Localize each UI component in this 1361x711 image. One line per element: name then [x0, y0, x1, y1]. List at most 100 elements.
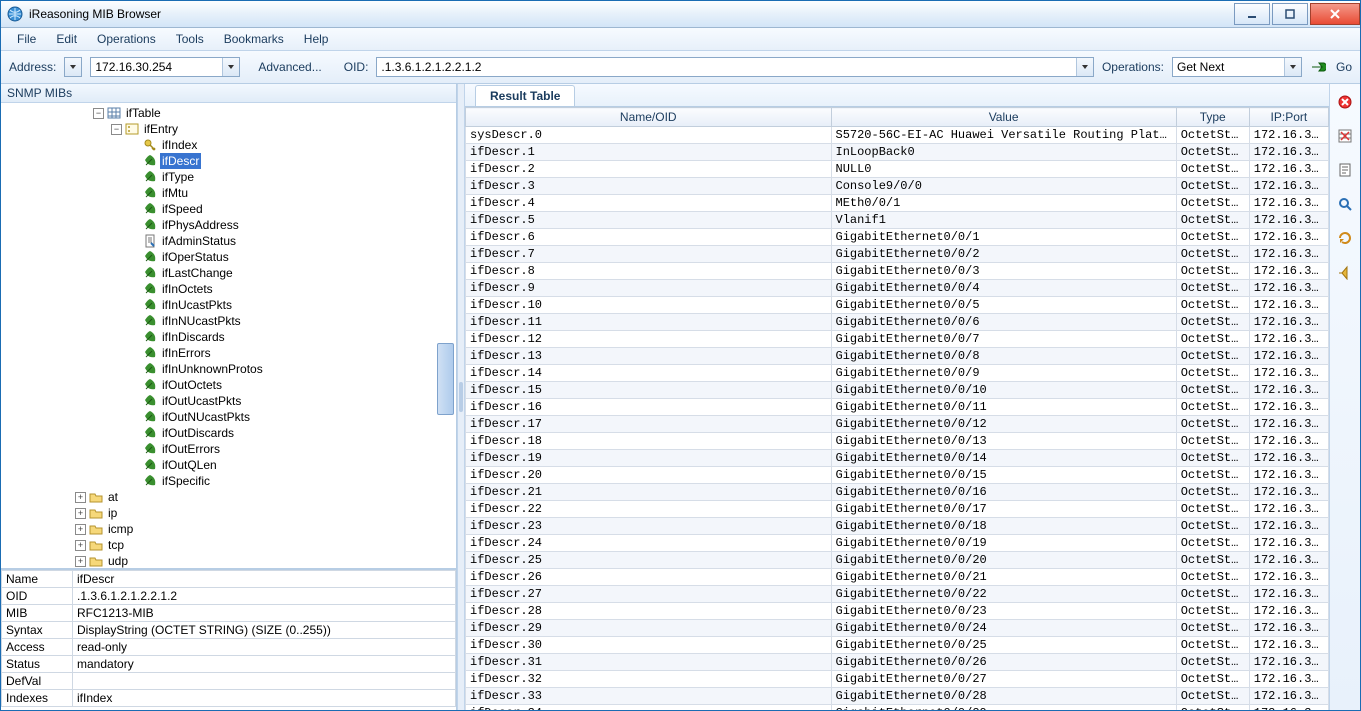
address-history-dropdown[interactable]	[64, 57, 82, 77]
tree-leaf-ifoutqlen[interactable]: ifOutQLen	[127, 457, 456, 473]
tree-leaf-ifspecific[interactable]: ifSpecific	[127, 473, 456, 489]
table-row[interactable]: ifDescr.2NULL0OctetString172.16.30...	[466, 161, 1329, 178]
tree-leaf-ifoutdiscards[interactable]: ifOutDiscards	[127, 425, 456, 441]
tree-node-ip[interactable]: +ip	[73, 505, 456, 521]
tree-leaf-iftype[interactable]: ifType	[127, 169, 456, 185]
table-row[interactable]: ifDescr.24GigabitEthernet0/0/19OctetStri…	[466, 535, 1329, 552]
column-header[interactable]: Type	[1176, 108, 1249, 127]
column-header[interactable]: Value	[831, 108, 1176, 127]
go-button[interactable]: Go	[1336, 60, 1352, 74]
poll-icon[interactable]	[1335, 262, 1355, 282]
expand-icon[interactable]: +	[75, 492, 86, 503]
table-row[interactable]: ifDescr.11GigabitEthernet0/0/6OctetStrin…	[466, 314, 1329, 331]
table-row[interactable]: ifDescr.27GigabitEthernet0/0/22OctetStri…	[466, 586, 1329, 603]
table-row[interactable]: ifDescr.34GigabitEthernet0/0/29OctetStri…	[466, 705, 1329, 711]
delete-row-icon[interactable]	[1335, 92, 1355, 112]
tree-leaf-ifoperstatus[interactable]: ifOperStatus	[127, 249, 456, 265]
tree-leaf-ifoutoctets[interactable]: ifOutOctets	[127, 377, 456, 393]
table-row[interactable]: ifDescr.15GigabitEthernet0/0/10OctetStri…	[466, 382, 1329, 399]
table-row[interactable]: ifDescr.9GigabitEthernet0/0/4OctetString…	[466, 280, 1329, 297]
table-row[interactable]: ifDescr.8GigabitEthernet0/0/3OctetString…	[466, 263, 1329, 280]
tree-leaf-ifoutnucastpkts[interactable]: ifOutNUcastPkts	[127, 409, 456, 425]
minimize-button[interactable]	[1234, 3, 1270, 25]
maximize-button[interactable]	[1272, 3, 1308, 25]
table-row[interactable]: ifDescr.4MEth0/0/1OctetString172.16.30..…	[466, 195, 1329, 212]
column-header[interactable]: Name/OID	[466, 108, 832, 127]
tree-leaf-ifmtu[interactable]: ifMtu	[127, 185, 456, 201]
tree-leaf-ifoutucastpkts[interactable]: ifOutUcastPkts	[127, 393, 456, 409]
go-arrow-icon[interactable]	[1310, 59, 1326, 75]
close-button[interactable]	[1310, 3, 1360, 25]
menu-tools[interactable]: Tools	[166, 30, 214, 48]
menu-operations[interactable]: Operations	[87, 30, 166, 48]
tree-leaf-ifinerrors[interactable]: ifInErrors	[127, 345, 456, 361]
tree-leaf-ifinucastpkts[interactable]: ifInUcastPkts	[127, 297, 456, 313]
tree-node-at[interactable]: +at	[73, 489, 456, 505]
operations-combo[interactable]: Get Next	[1172, 57, 1302, 77]
column-header[interactable]: IP:Port	[1249, 108, 1328, 127]
tree-scrollbar-thumb[interactable]	[437, 343, 454, 415]
menu-file[interactable]: File	[7, 30, 46, 48]
menu-help[interactable]: Help	[294, 30, 339, 48]
table-row[interactable]: ifDescr.21GigabitEthernet0/0/16OctetStri…	[466, 484, 1329, 501]
search-icon[interactable]	[1335, 194, 1355, 214]
table-row[interactable]: ifDescr.12GigabitEthernet0/0/7OctetStrin…	[466, 331, 1329, 348]
expand-icon[interactable]: +	[75, 540, 86, 551]
tree-leaf-ifindiscards[interactable]: ifInDiscards	[127, 329, 456, 345]
tree-leaf-ifadminstatus[interactable]: ifAdminStatus	[127, 233, 456, 249]
export-icon[interactable]	[1335, 160, 1355, 180]
table-row[interactable]: ifDescr.16GigabitEthernet0/0/11OctetStri…	[466, 399, 1329, 416]
clear-table-icon[interactable]	[1335, 126, 1355, 146]
menu-bookmarks[interactable]: Bookmarks	[214, 30, 294, 48]
tree-leaf-ifinoctets[interactable]: ifInOctets	[127, 281, 456, 297]
table-row[interactable]: ifDescr.6GigabitEthernet0/0/1OctetString…	[466, 229, 1329, 246]
table-row[interactable]: ifDescr.33GigabitEthernet0/0/28OctetStri…	[466, 688, 1329, 705]
table-row[interactable]: sysDescr.0S5720-56C-EI-AC Huawei Versati…	[466, 127, 1329, 144]
table-row[interactable]: ifDescr.1InLoopBack0OctetString172.16.30…	[466, 144, 1329, 161]
refresh-icon[interactable]	[1335, 228, 1355, 248]
table-row[interactable]: ifDescr.22GigabitEthernet0/0/17OctetStri…	[466, 501, 1329, 518]
tree-leaf-ifdescr[interactable]: ifDescr	[127, 153, 456, 169]
tree-leaf-ifspeed[interactable]: ifSpeed	[127, 201, 456, 217]
address-combo[interactable]: 172.16.30.254	[90, 57, 240, 77]
table-row[interactable]: ifDescr.5Vlanif1OctetString172.16.30...	[466, 212, 1329, 229]
tree-node-tcp[interactable]: +tcp	[73, 537, 456, 553]
vertical-splitter[interactable]	[457, 84, 465, 710]
advanced-button[interactable]: Advanced...	[258, 60, 321, 74]
table-row[interactable]: ifDescr.18GigabitEthernet0/0/13OctetStri…	[466, 433, 1329, 450]
tree-leaf-ifphysaddress[interactable]: ifPhysAddress	[127, 217, 456, 233]
table-row[interactable]: ifDescr.14GigabitEthernet0/0/9OctetStrin…	[466, 365, 1329, 382]
table-row[interactable]: ifDescr.17GigabitEthernet0/0/12OctetStri…	[466, 416, 1329, 433]
collapse-icon[interactable]: −	[111, 124, 122, 135]
table-row[interactable]: ifDescr.25GigabitEthernet0/0/20OctetStri…	[466, 552, 1329, 569]
tree-node-udp[interactable]: +udp	[73, 553, 456, 568]
table-row[interactable]: ifDescr.23GigabitEthernet0/0/18OctetStri…	[466, 518, 1329, 535]
table-row[interactable]: ifDescr.7GigabitEthernet0/0/2OctetString…	[466, 246, 1329, 263]
tab-result-table[interactable]: Result Table	[475, 85, 575, 106]
tree-leaf-ifindex[interactable]: ifIndex	[127, 137, 456, 153]
table-row[interactable]: ifDescr.19GigabitEthernet0/0/14OctetStri…	[466, 450, 1329, 467]
mib-tree[interactable]: − ifTable − ifEntry	[1, 103, 456, 568]
table-row[interactable]: ifDescr.28GigabitEthernet0/0/23OctetStri…	[466, 603, 1329, 620]
tree-node-icmp[interactable]: +icmp	[73, 521, 456, 537]
table-row[interactable]: ifDescr.31GigabitEthernet0/0/26OctetStri…	[466, 654, 1329, 671]
expand-icon[interactable]: +	[75, 508, 86, 519]
table-row[interactable]: ifDescr.29GigabitEthernet0/0/24OctetStri…	[466, 620, 1329, 637]
table-row[interactable]: ifDescr.3Console9/0/0OctetString172.16.3…	[466, 178, 1329, 195]
table-row[interactable]: ifDescr.20GigabitEthernet0/0/15OctetStri…	[466, 467, 1329, 484]
table-row[interactable]: ifDescr.13GigabitEthernet0/0/8OctetStrin…	[466, 348, 1329, 365]
oid-combo[interactable]: .1.3.6.1.2.1.2.2.1.2	[376, 57, 1094, 77]
expand-icon[interactable]: +	[75, 524, 86, 535]
menu-edit[interactable]: Edit	[46, 30, 87, 48]
result-table[interactable]: Name/OIDValueTypeIP:Port sysDescr.0S5720…	[465, 107, 1329, 710]
tree-node-iftable[interactable]: − ifTable	[91, 105, 456, 121]
table-row[interactable]: ifDescr.10GigabitEthernet0/0/5OctetStrin…	[466, 297, 1329, 314]
tree-node-ifentry[interactable]: − ifEntry	[109, 121, 456, 137]
tree-leaf-iflastchange[interactable]: ifLastChange	[127, 265, 456, 281]
tree-leaf-ifouterrors[interactable]: ifOutErrors	[127, 441, 456, 457]
expand-icon[interactable]: +	[75, 556, 86, 567]
table-row[interactable]: ifDescr.32GigabitEthernet0/0/27OctetStri…	[466, 671, 1329, 688]
tree-leaf-ifinunknownprotos[interactable]: ifInUnknownProtos	[127, 361, 456, 377]
table-row[interactable]: ifDescr.26GigabitEthernet0/0/21OctetStri…	[466, 569, 1329, 586]
collapse-icon[interactable]: −	[93, 108, 104, 119]
